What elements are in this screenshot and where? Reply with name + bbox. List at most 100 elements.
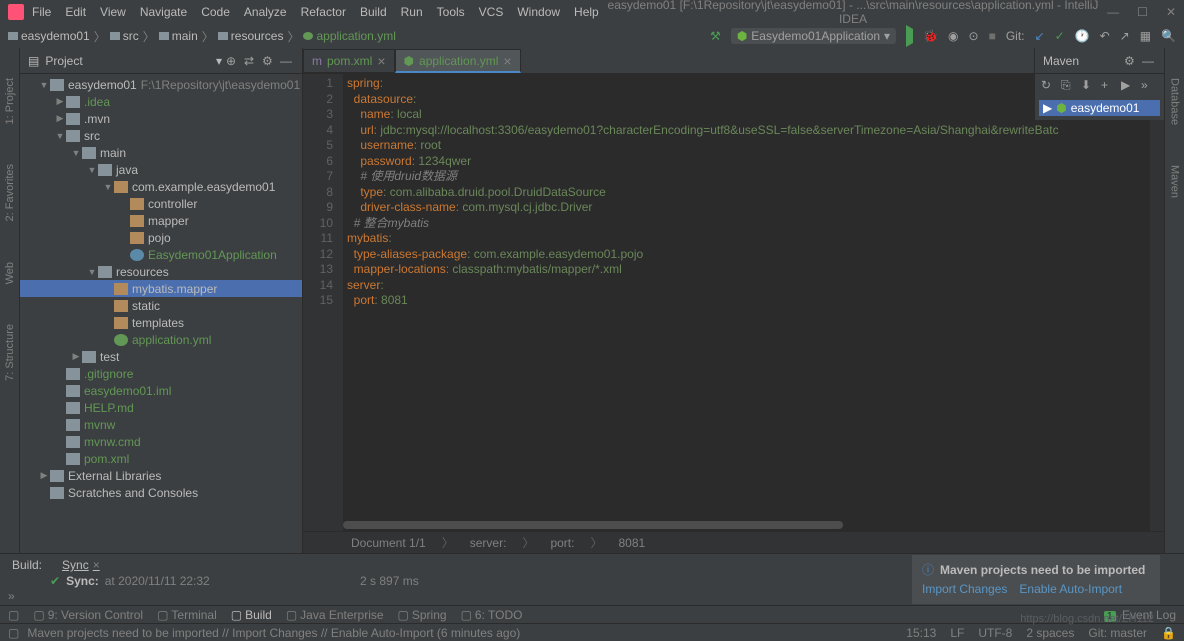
tool-structure[interactable]: 7: Structure (4, 324, 16, 381)
tool-todo[interactable]: ▢6: TODO (461, 608, 523, 622)
tree-item[interactable]: application.yml (20, 331, 302, 348)
tree-item[interactable]: ▼src (20, 127, 302, 144)
code-content[interactable]: spring: datasource: name: local url: jdb… (343, 74, 1150, 531)
menu-tools[interactable]: Tools (437, 5, 465, 19)
status-item[interactable]: LF (950, 626, 964, 640)
git-revert-button[interactable]: ↶ (1100, 29, 1110, 43)
status-item[interactable]: 2 spaces (1026, 626, 1074, 640)
search-button[interactable]: 🔍 (1161, 29, 1176, 43)
import-changes-link[interactable]: Import Changes (922, 582, 1007, 596)
run-config-selector[interactable]: ⬢ Easydemo01Application ▾ (731, 28, 896, 44)
git-push-button[interactable]: ↗ (1120, 29, 1130, 43)
run-button[interactable] (906, 29, 913, 43)
horizontal-scrollbar[interactable] (343, 521, 1150, 531)
tree-item[interactable]: Scratches and Consoles (20, 484, 302, 501)
tree-item[interactable]: ▼resources (20, 263, 302, 280)
tree-item[interactable]: ▶.mvn (20, 110, 302, 127)
maximize-button[interactable]: ☐ (1137, 5, 1148, 19)
chevron-down-icon[interactable]: ▾ (216, 54, 222, 68)
generate-icon[interactable]: ⎘ (1061, 78, 1075, 92)
menu-window[interactable]: Window (517, 5, 560, 19)
menu-help[interactable]: Help (574, 5, 599, 19)
status-item[interactable]: Git: master (1088, 626, 1147, 640)
add-icon[interactable]: + (1101, 78, 1115, 92)
tree-item[interactable]: templates (20, 314, 302, 331)
tree-item[interactable]: controller (20, 195, 302, 212)
project-dropdown-icon[interactable]: ▤ (28, 54, 39, 68)
git-update-button[interactable]: ↙ (1035, 29, 1045, 43)
tree-item[interactable]: ▶.idea (20, 93, 302, 110)
tree-item[interactable]: mybatis.mapper (20, 280, 302, 297)
status-item[interactable]: 15:13 (906, 626, 936, 640)
tool-favorites[interactable]: 2: Favorites (4, 164, 16, 221)
menu-build[interactable]: Build (360, 5, 387, 19)
menu-run[interactable]: Run (401, 5, 423, 19)
expand-icon[interactable]: ⇄ (244, 54, 258, 68)
menu-analyze[interactable]: Analyze (244, 5, 287, 19)
run-icon[interactable]: ▶ (1121, 78, 1135, 92)
tool-build[interactable]: ▢Build (231, 608, 272, 622)
tree-item[interactable]: ▶test (20, 348, 302, 365)
reload-icon[interactable]: ↻ (1041, 78, 1055, 92)
breadcrumb-item[interactable]: src (110, 29, 139, 43)
tree-item[interactable]: Easydemo01Application (20, 246, 302, 263)
minimize-button[interactable]: — (1107, 5, 1119, 19)
breadcrumb-item[interactable]: easydemo01 (8, 29, 90, 43)
tree-item[interactable]: ▼main (20, 144, 302, 161)
tool-terminal[interactable]: ▢Terminal (157, 608, 217, 622)
tree-item[interactable]: easydemo01.iml (20, 382, 302, 399)
tree-item[interactable]: .gitignore (20, 365, 302, 382)
coverage-button[interactable]: ◉ (948, 29, 958, 43)
git-history-button[interactable]: 🕐 (1075, 29, 1090, 43)
menu-view[interactable]: View (100, 5, 126, 19)
gear-icon[interactable]: ⚙ (1124, 54, 1138, 68)
breadcrumb-segment[interactable]: 8081 (618, 536, 645, 550)
breadcrumb-segment[interactable]: Document 1/1 (351, 536, 426, 550)
menu-edit[interactable]: Edit (65, 5, 86, 19)
menu-refactor[interactable]: Refactor (301, 5, 346, 19)
tree-item[interactable]: mvnw (20, 416, 302, 433)
hammer-icon[interactable]: ⚒ (710, 29, 721, 43)
menu-navigate[interactable]: Navigate (140, 5, 187, 19)
menu-vcs[interactable]: VCS (479, 5, 504, 19)
tool-spring[interactable]: ▢Spring (398, 608, 447, 622)
tree-item[interactable]: HELP.md (20, 399, 302, 416)
tree-item[interactable]: ▼easydemo01F:\1Repository\jt\easydemo01 (20, 76, 302, 93)
tool-database[interactable]: Database (1169, 78, 1181, 125)
editor-tab[interactable]: ⬢application.yml× (395, 49, 521, 73)
tree-item[interactable]: pojo (20, 229, 302, 246)
tree-item[interactable]: ▼com.example.easydemo01 (20, 178, 302, 195)
more-icon[interactable]: » (8, 589, 15, 603)
tree-item[interactable]: mapper (20, 212, 302, 229)
messages-icon[interactable]: ▢ (8, 608, 19, 622)
ide-settings-button[interactable]: ▦ (1140, 29, 1151, 43)
tool-web[interactable]: Web (4, 262, 16, 284)
breadcrumb-segment[interactable]: server: (470, 536, 507, 550)
tool-javaenterprise[interactable]: ▢Java Enterprise (286, 608, 384, 622)
gear-icon[interactable]: ⚙ (262, 54, 276, 68)
git-commit-button[interactable]: ✓ (1055, 29, 1065, 43)
tool-project[interactable]: 1: Project (4, 78, 16, 124)
breadcrumb-item[interactable]: main (159, 29, 198, 43)
download-icon[interactable]: ⬇ (1081, 78, 1095, 92)
locate-icon[interactable]: ⊕ (226, 54, 240, 68)
tree-item[interactable]: static (20, 297, 302, 314)
sync-tab[interactable]: Sync× (58, 556, 104, 574)
close-icon[interactable]: × (503, 53, 511, 69)
breadcrumb-item[interactable]: application.yml (303, 29, 395, 43)
project-tree[interactable]: ▼easydemo01F:\1Repository\jt\easydemo01▶… (20, 74, 302, 553)
tree-item[interactable]: mvnw.cmd (20, 433, 302, 450)
close-icon[interactable]: × (93, 558, 100, 572)
tool-versioncontrol[interactable]: ▢9: Version Control (33, 608, 143, 622)
lock-icon[interactable]: 🔒 (1161, 626, 1176, 640)
menu-file[interactable]: File (32, 5, 51, 19)
tree-item[interactable]: pom.xml (20, 450, 302, 467)
menu-code[interactable]: Code (201, 5, 230, 19)
collapse-icon[interactable]: — (280, 54, 294, 68)
breadcrumb-item[interactable]: resources (218, 29, 284, 43)
debug-button[interactable]: 🐞 (923, 29, 938, 43)
tree-item[interactable]: ▼java (20, 161, 302, 178)
tree-item[interactable]: ▶External Libraries (20, 467, 302, 484)
status-icon[interactable]: ▢ (8, 626, 19, 640)
more-icon[interactable]: » (1141, 78, 1155, 92)
